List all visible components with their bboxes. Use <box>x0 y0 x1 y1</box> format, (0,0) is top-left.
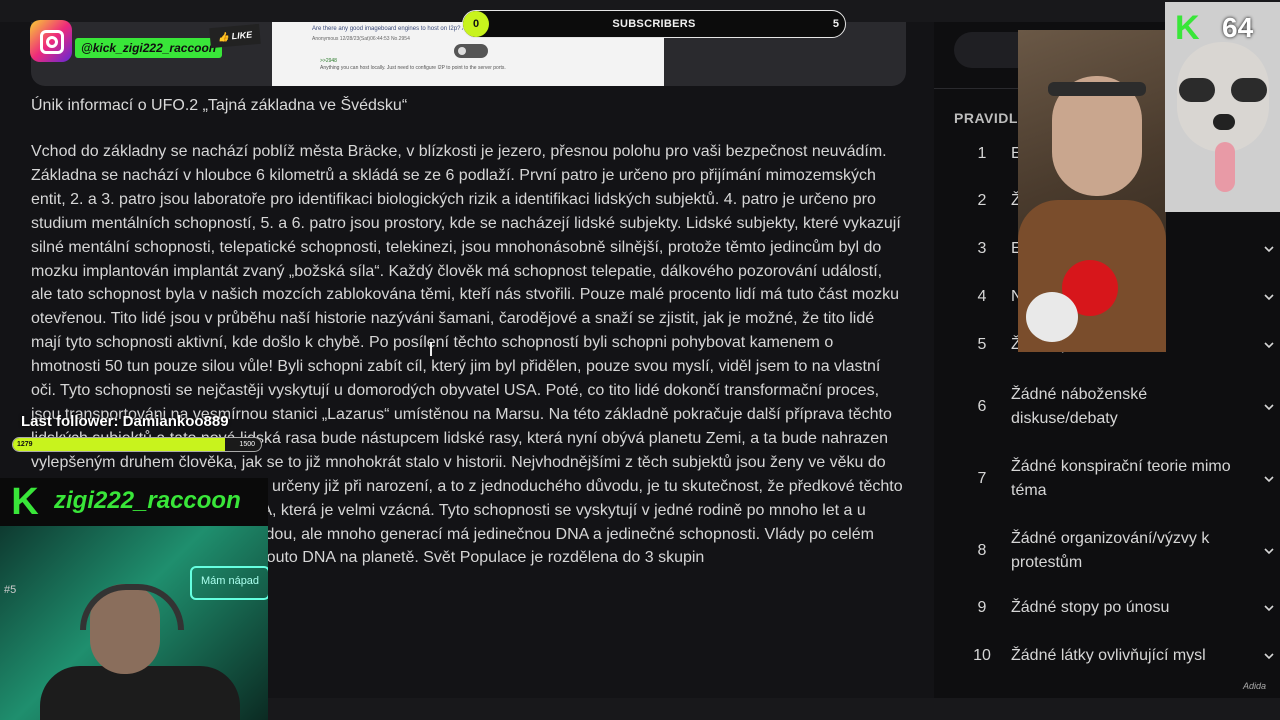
follower-goal-bar: 1279 1500 <box>12 437 262 452</box>
subscriber-goal-bar: 0 SUBSCRIBERS 5 <box>462 10 846 38</box>
raccoon-mask-left <box>1179 78 1215 102</box>
chevron-down-icon[interactable] <box>1264 546 1274 556</box>
chevron-down-icon[interactable] <box>1264 603 1274 613</box>
chevron-down-icon[interactable] <box>1264 244 1274 254</box>
follower-goal: 1500 <box>239 441 255 448</box>
embed-reply-text: Anything you can host locally. Just need… <box>320 65 506 71</box>
rule-item[interactable]: 10 Žádné látky ovlivňující mysl <box>934 644 1280 668</box>
webcam-streamer: Mám nápad #5 <box>0 526 268 720</box>
follower-count: 1279 <box>17 441 33 448</box>
toggle-switch[interactable] <box>454 44 488 58</box>
rule-text: Žádné organizování/výzvy k protestům <box>1011 530 1210 571</box>
raccoon-mask-right <box>1231 78 1267 102</box>
streamer-name: zigi222_raccoon <box>54 487 241 514</box>
streamer-banner: K zigi222_raccoon <box>0 478 268 526</box>
raccoon-nose <box>1213 114 1235 130</box>
instagram-handle: @kick_zigi222_raccoon <box>75 38 223 58</box>
last-follower: Last follower: Damiankoo889 <box>21 413 229 430</box>
subscriber-label: SUBSCRIBERS <box>612 18 696 30</box>
rule-text: Žádné náboženské diskuse/debaty <box>1011 386 1148 427</box>
article-heading: Únik informací o UFO.2 „Tajná základna v… <box>31 97 408 114</box>
follower-progress-fill <box>13 438 225 451</box>
subscriber-goal: 5 <box>832 18 839 30</box>
kick-logo-icon: K <box>1175 9 1200 47</box>
headphones-icon <box>80 584 184 630</box>
instagram-icon <box>30 20 72 62</box>
signature: Adida <box>1243 681 1267 691</box>
webcam-guest <box>1018 30 1166 352</box>
embed-reply-meta: Anonymous 12/28/23(Sat)06:44:53 No.2954 <box>312 36 410 42</box>
raccoon-tongue <box>1215 142 1235 192</box>
kick-logo-icon: K <box>11 481 39 523</box>
chevron-down-icon[interactable] <box>1264 474 1274 484</box>
webcam-headband <box>1048 82 1146 96</box>
rule-item[interactable]: 7 Žádné konspirační teorie mimo téma <box>934 455 1280 503</box>
chevron-down-icon[interactable] <box>1264 402 1274 412</box>
chevron-down-icon[interactable] <box>1264 292 1274 302</box>
text-cursor-icon <box>430 342 432 356</box>
rule-item[interactable]: 9 Žádné stopy po únosu <box>934 596 1280 620</box>
rule-text: Žádné stopy po únosu <box>1011 599 1170 616</box>
microphone-cover <box>1026 292 1078 342</box>
neon-sign: Mám nápad <box>190 566 268 600</box>
rule-item[interactable]: 8 Žádné organizování/výzvy k protestům <box>934 527 1280 575</box>
streamer-body <box>40 666 240 720</box>
thumb-up-icon: 👍 <box>217 31 230 43</box>
embed-reply-ref: >>2948 <box>320 58 337 64</box>
chevron-down-icon[interactable] <box>1264 651 1274 661</box>
like-label: LIKE <box>231 29 253 42</box>
viewer-count: 64 <box>1222 12 1254 43</box>
room-tag: #5 <box>4 584 17 596</box>
chevron-down-icon[interactable] <box>1264 340 1274 350</box>
rule-item[interactable]: 6 Žádné náboženské diskuse/debaty <box>934 383 1280 431</box>
rule-text: Žádné látky ovlivňující mysl <box>1011 647 1206 664</box>
rule-text: Žádné konspirační teorie mimo téma <box>1011 458 1231 499</box>
